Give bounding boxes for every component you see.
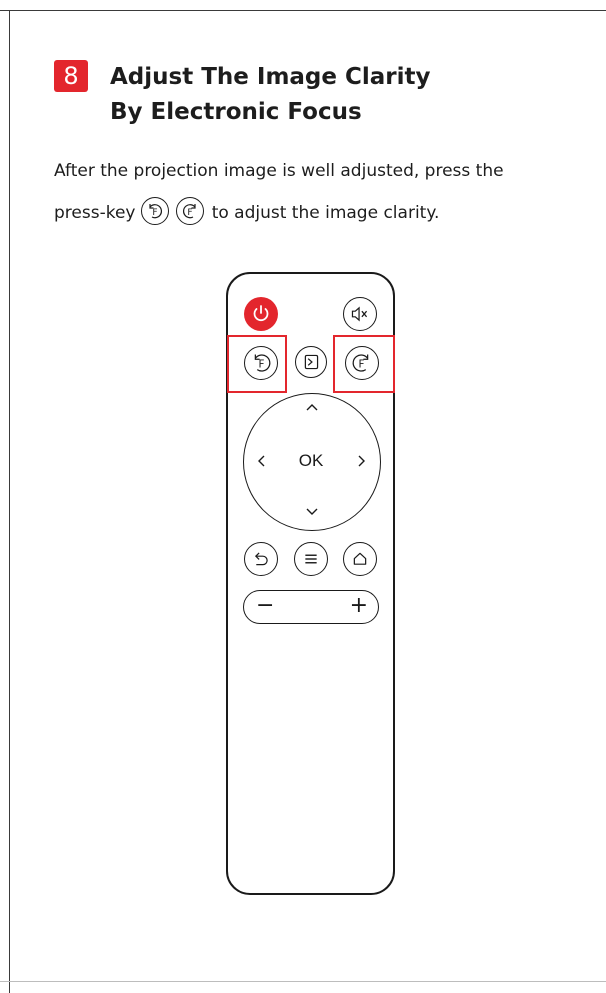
focus-minus-key-icon: F — [140, 197, 169, 225]
page-border-top — [0, 10, 606, 11]
page-border-left — [9, 10, 10, 993]
instruction-paragraph: After the projection image is well adjus… — [54, 150, 584, 234]
section-title: Adjust The Image Clarity By Electronic F… — [110, 60, 570, 130]
ok-button-label: OK — [298, 451, 324, 470]
right-arrow-icon — [357, 454, 367, 472]
volume-rocker: − + — [243, 590, 379, 624]
page-border-bottom — [0, 981, 606, 982]
input-source-icon — [295, 346, 327, 378]
instruction-line-1: After the projection image is well adjus… — [54, 161, 504, 181]
mute-icon — [343, 297, 377, 331]
up-arrow-icon — [305, 400, 319, 416]
down-arrow-icon — [305, 505, 319, 521]
section-title-line-2: By Electronic Focus — [110, 99, 362, 125]
volume-minus-icon: − — [256, 593, 275, 618]
focus-minus-highlight-box — [227, 335, 287, 393]
instruction-suffix: to adjust the image clarity. — [211, 203, 440, 223]
svg-text:F: F — [152, 208, 157, 218]
section-title-line-1: Adjust The Image Clarity — [110, 64, 431, 90]
back-icon — [244, 542, 278, 576]
svg-text:F: F — [188, 208, 193, 218]
volume-plus-icon: + — [349, 593, 368, 618]
left-arrow-icon — [256, 454, 266, 472]
instruction-prefix: press-key — [54, 203, 136, 223]
step-number-badge: 8 — [54, 60, 88, 92]
focus-plus-highlight-box — [333, 335, 395, 393]
power-icon — [244, 297, 278, 331]
instruction-line-2: press-key F F to adjust the image clarit… — [54, 192, 584, 234]
menu-icon — [294, 542, 328, 576]
home-icon — [343, 542, 377, 576]
focus-plus-key-icon: F — [176, 197, 205, 225]
